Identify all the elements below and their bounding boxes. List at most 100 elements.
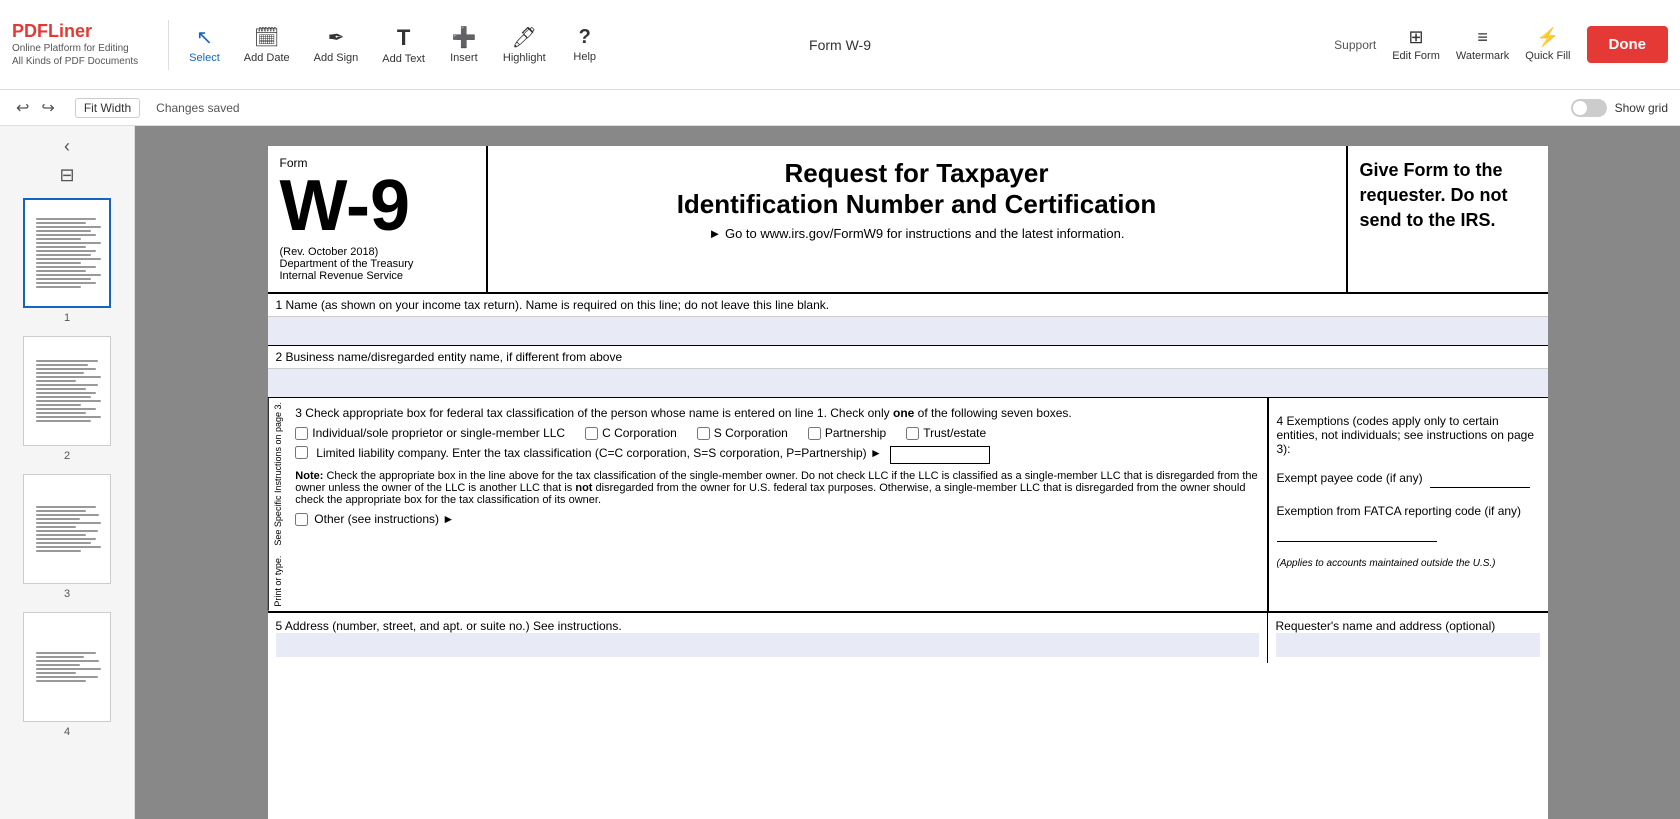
checkboxes-row: Individual/sole proprietor or single-mem… xyxy=(295,426,1258,440)
insert-button[interactable]: ➕ Insert xyxy=(439,19,489,70)
cb-llc-input[interactable] xyxy=(295,446,308,459)
thumbnail-3[interactable]: 3 xyxy=(22,474,112,600)
pdf-form: Form W-9 (Rev. October 2018) Department … xyxy=(268,146,1548,819)
form-line2-input[interactable] xyxy=(268,369,1548,397)
left-icons: ‹ ⊟ xyxy=(59,136,74,186)
exempt-payee-input[interactable] xyxy=(1430,468,1530,488)
cb-trust-label: Trust/estate xyxy=(923,426,986,440)
logo: PDFLiner Online Platform for EditingAll … xyxy=(12,21,138,68)
toolbar-separator xyxy=(168,20,169,70)
cb-s-corp: S Corporation xyxy=(697,426,788,440)
sign-icon: ✒ xyxy=(328,25,345,50)
changes-saved-label: Changes saved xyxy=(156,101,239,115)
llc-text: Limited liability company. Enter the tax… xyxy=(316,446,882,460)
form-header-center: Request for Taxpayer Identification Numb… xyxy=(488,146,1348,292)
calendar-icon: 🗓 xyxy=(254,25,279,50)
form-line1: 1 Name (as shown on your income tax retu… xyxy=(268,294,1548,346)
form-col-4: 4 Exemptions (codes apply only to certai… xyxy=(1268,398,1548,611)
other-row: Other (see instructions) ► xyxy=(295,512,1258,526)
thumb-img-4 xyxy=(23,612,111,722)
cb-s-corp-input[interactable] xyxy=(697,427,710,440)
address-input[interactable] xyxy=(276,633,1259,657)
secondbar: ↩ ↪ Fit Width Changes saved Show grid xyxy=(0,90,1680,126)
insert-icon: ➕ xyxy=(451,25,476,50)
thumbnail-view-button[interactable]: ⊟ xyxy=(59,165,74,186)
form-col3-wrapper: Print or type. See Specific Instructions… xyxy=(268,398,1268,611)
thumbnail-2[interactable]: 2 xyxy=(22,336,112,462)
cb-individual-label: Individual/sole proprietor or single-mem… xyxy=(312,426,565,440)
form-title-sub: Identification Number and Certification xyxy=(508,189,1326,220)
support-label: Support xyxy=(1334,38,1376,52)
toggle-knob xyxy=(1573,101,1587,115)
cb-partnership: Partnership xyxy=(808,426,886,440)
form-address-row: 5 Address (number, street, and apt. or s… xyxy=(268,612,1548,663)
toolbar: PDFLiner Online Platform for EditingAll … xyxy=(0,0,1680,90)
cb-individual-input[interactable] xyxy=(295,427,308,440)
form-w9: W-9 xyxy=(280,170,474,242)
form-header-right: Give Form to the requester. Do not send … xyxy=(1348,146,1548,292)
requester-input[interactable] xyxy=(1276,633,1540,657)
exemptions-label: 4 Exemptions (codes apply only to certai… xyxy=(1277,414,1540,456)
thumb-lines-3 xyxy=(32,502,102,556)
fatca-row: Exemption from FATCA reporting code (if … xyxy=(1277,504,1540,542)
show-grid-area: Show grid xyxy=(1571,99,1668,117)
thumbnail-1[interactable]: 1 xyxy=(22,198,112,324)
cb-s-corp-label: S Corporation xyxy=(714,426,788,440)
done-button[interactable]: Done xyxy=(1587,26,1669,63)
form-line2: 2 Business name/disregarded entity name,… xyxy=(268,346,1548,398)
cb-individual: Individual/sole proprietor or single-mem… xyxy=(295,426,565,440)
select-icon: ↖ xyxy=(196,25,213,50)
other-text: Other (see instructions) ► xyxy=(314,512,454,526)
fit-width-button[interactable]: Fit Width xyxy=(75,98,140,118)
undo-redo-group: ↩ ↪ xyxy=(12,96,59,120)
edit-form-icon: ⊞ xyxy=(1409,27,1424,48)
requester-label: Requester's name and address (optional) xyxy=(1276,619,1540,633)
llc-classification-input[interactable] xyxy=(890,446,990,464)
thumb-lines-4 xyxy=(32,648,102,686)
cb-other-input[interactable] xyxy=(295,513,308,526)
thumb-lines-1 xyxy=(32,214,102,292)
fatca-note: (Applies to accounts maintained outside … xyxy=(1277,558,1540,569)
note-text: Note: Check the appropriate box in the l… xyxy=(295,470,1258,506)
show-grid-toggle[interactable] xyxy=(1571,99,1607,117)
form-line1-label: 1 Name (as shown on your income tax retu… xyxy=(268,294,1548,317)
form-address-left: 5 Address (number, street, and apt. or s… xyxy=(268,613,1268,663)
exempt-payee-label: Exempt payee code (if any) xyxy=(1277,471,1423,485)
nav-back-button[interactable]: ‹ xyxy=(64,136,70,157)
help-button[interactable]: ? Help xyxy=(560,20,610,69)
section3-title: 3 Check appropriate box for federal tax … xyxy=(295,406,1258,420)
undo-button[interactable]: ↩ xyxy=(12,96,33,120)
logo-name: PDFLiner xyxy=(12,21,138,42)
cb-partnership-input[interactable] xyxy=(808,427,821,440)
thumb-num-2: 2 xyxy=(64,450,70,462)
select-button[interactable]: ↖ Select xyxy=(179,19,230,70)
form-row-3-4: Print or type. See Specific Instructions… xyxy=(268,398,1548,612)
edit-form-button[interactable]: ⊞ Edit Form xyxy=(1392,27,1440,62)
left-panel: ‹ ⊟ 1 xyxy=(0,126,135,819)
cb-c-corp-input[interactable] xyxy=(585,427,598,440)
highlight-button[interactable]: 🖊 Highlight xyxy=(493,19,556,70)
toolbar-tools: ↖ Select 🗓 Add Date ✒ Add Sign T Add Tex… xyxy=(179,19,610,71)
text-icon: T xyxy=(397,25,410,51)
cb-c-corp-label: C Corporation xyxy=(602,426,677,440)
watermark-button[interactable]: ≡ Watermark xyxy=(1456,27,1509,62)
form-line1-input[interactable] xyxy=(268,317,1548,345)
form-rev: (Rev. October 2018) xyxy=(280,246,474,258)
form-title-main: Request for Taxpayer xyxy=(508,158,1326,189)
add-sign-button[interactable]: ✒ Add Sign xyxy=(304,19,369,70)
add-text-button[interactable]: T Add Text xyxy=(372,19,435,71)
form-dept1: Department of the Treasury xyxy=(280,258,474,270)
llc-row: Limited liability company. Enter the tax… xyxy=(295,446,1258,464)
exempt-payee-row: Exempt payee code (if any) xyxy=(1277,468,1540,488)
redo-button[interactable]: ↪ xyxy=(37,96,58,120)
cb-trust-input[interactable] xyxy=(906,427,919,440)
add-date-button[interactable]: 🗓 Add Date xyxy=(234,19,300,70)
content-area: Form W-9 (Rev. October 2018) Department … xyxy=(135,126,1680,819)
fatca-input[interactable] xyxy=(1277,522,1437,542)
form-address-right: Requester's name and address (optional) xyxy=(1268,613,1548,663)
thumb-num-3: 3 xyxy=(64,588,70,600)
thumbnail-4[interactable]: 4 xyxy=(22,612,112,738)
quick-fill-button[interactable]: ⚡ Quick Fill xyxy=(1525,27,1570,62)
watermark-icon: ≡ xyxy=(1477,27,1488,48)
logo-subtitle: Online Platform for EditingAll Kinds of … xyxy=(12,42,138,68)
